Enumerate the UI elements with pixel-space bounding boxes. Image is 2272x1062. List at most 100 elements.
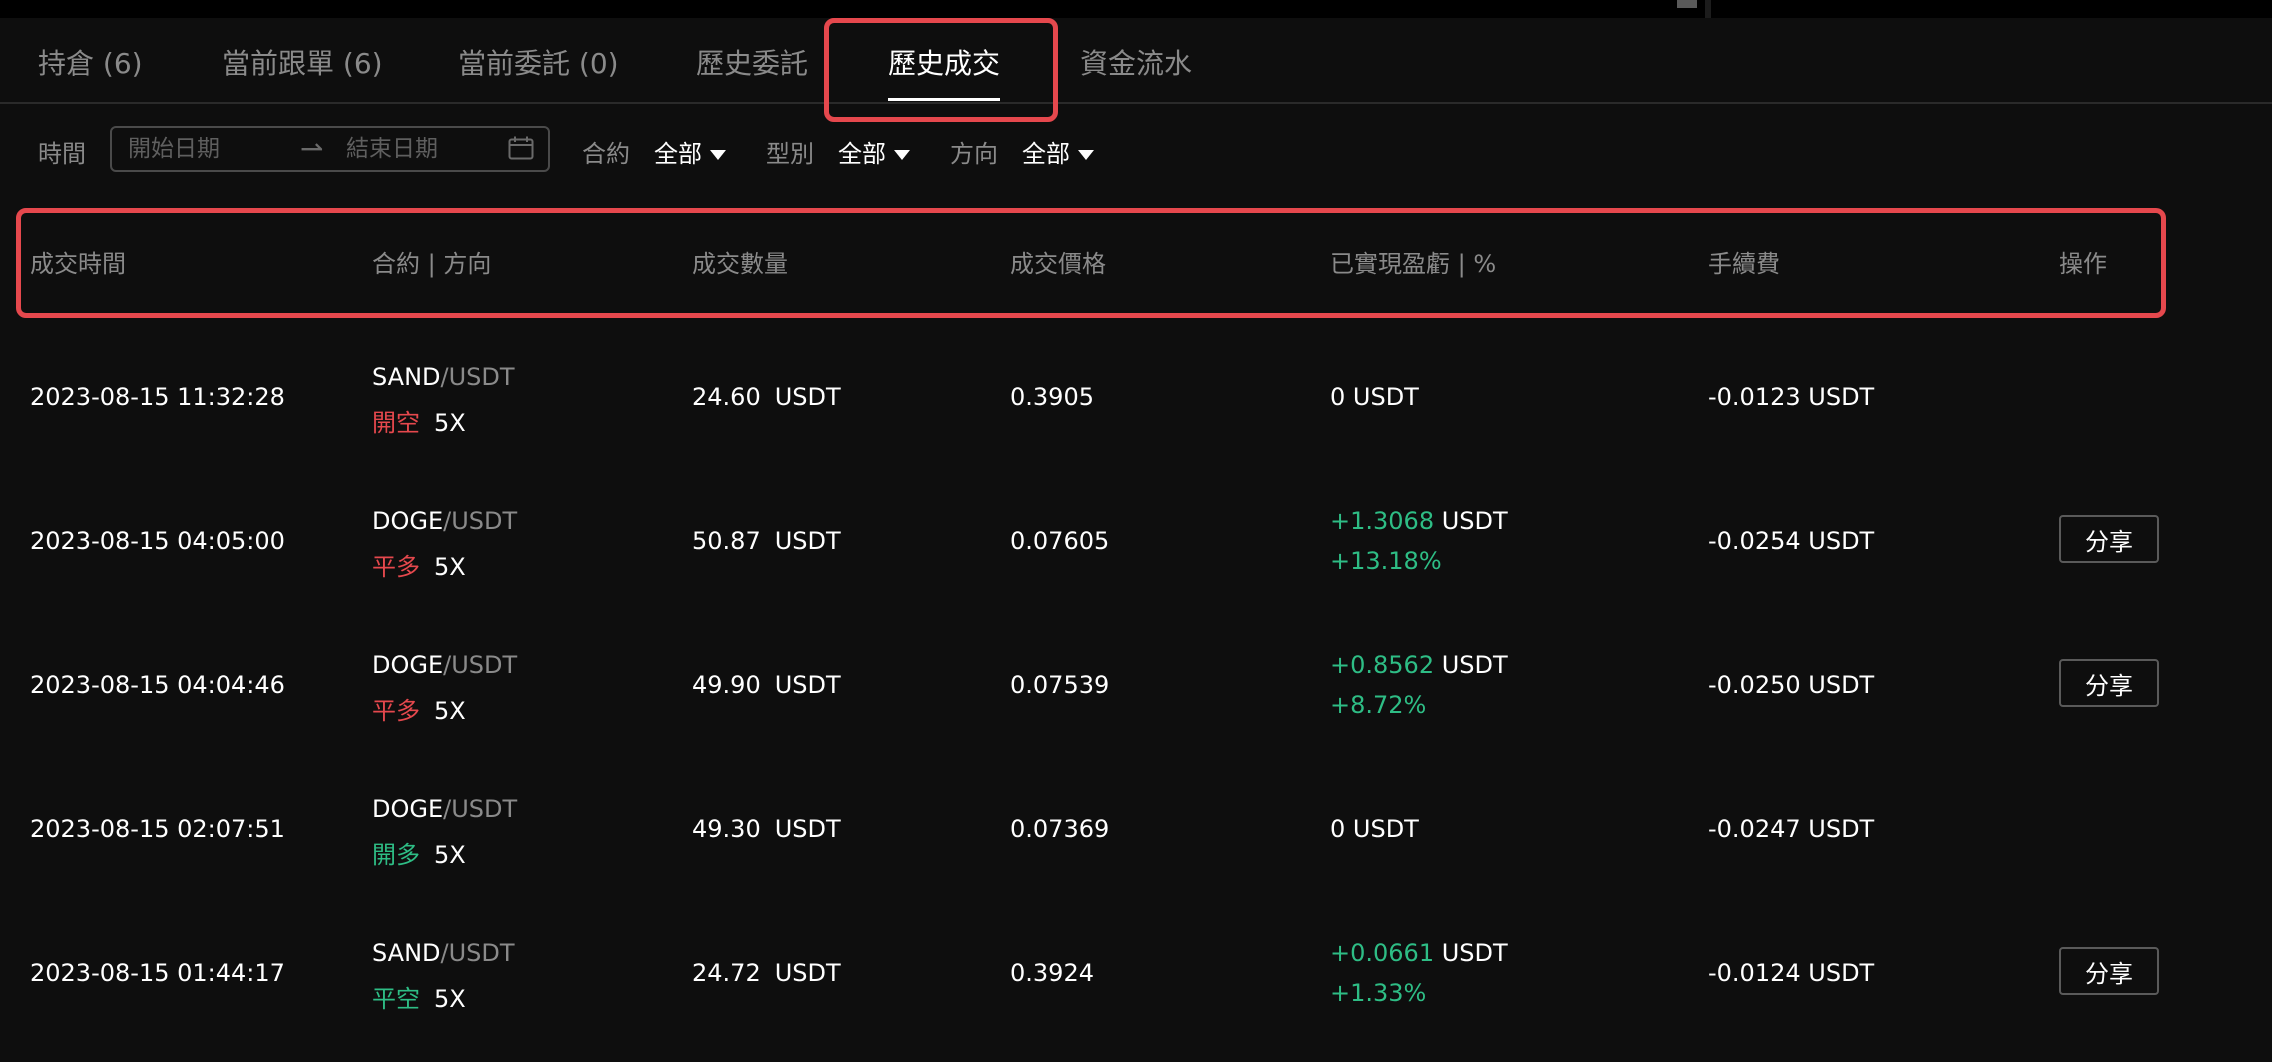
direction-filter-label: 方向	[950, 140, 998, 168]
quote-asset: /USDT	[440, 939, 515, 967]
trade-quantity: 49.90 USDT	[692, 671, 841, 699]
date-range-picker[interactable]: ⇀	[110, 126, 550, 172]
share-button[interactable]: 分享	[2059, 947, 2159, 995]
leverage: 5X	[434, 553, 466, 581]
quantity-unit: USDT	[774, 671, 841, 699]
pnl-unit: USDT	[1434, 939, 1508, 967]
trade-price: 0.3924	[1010, 959, 1094, 987]
pnl-value: +1.3068	[1330, 507, 1435, 535]
quantity-unit: USDT	[774, 815, 841, 843]
trade-quantity: 24.60 USDT	[692, 383, 841, 411]
realized-pnl: 0 USDT	[1330, 383, 1419, 411]
tab-funding-records[interactable]: 資金流水	[1080, 42, 1192, 82]
column-header-price: 成交價格	[1010, 250, 1106, 278]
table-row: 2023-08-15 02:07:51 DOGE/USDT 開多 5X 49.30…	[0, 757, 2272, 901]
type-filter-dropdown[interactable]: 全部	[838, 134, 910, 169]
quote-asset: /USDT	[440, 363, 515, 391]
trade-time: 2023-08-15 02:07:51	[30, 815, 285, 843]
pnl-unit: USDT	[1434, 651, 1508, 679]
base-asset: DOGE	[372, 507, 444, 535]
pnl-value: +0.8562	[1330, 651, 1435, 679]
tab-current-copy-trades[interactable]: 當前跟單 (6)	[222, 42, 383, 82]
realized-pnl: 0 USDT	[1330, 815, 1419, 843]
direction-leverage: 平空 5X	[372, 979, 466, 1014]
type-filter-value: 全部	[838, 140, 886, 168]
panel-divider[interactable]	[1705, 0, 1711, 18]
quote-asset: /USDT	[443, 795, 518, 823]
trade-fee: -0.0124 USDT	[1708, 959, 1875, 987]
share-button[interactable]: 分享	[2059, 659, 2159, 707]
time-filter-label: 時間	[38, 140, 86, 168]
quantity-unit: USDT	[774, 959, 841, 987]
column-header-realized-pnl: 已實現盈虧 | %	[1330, 250, 1497, 278]
quantity-value: 50.87	[692, 527, 761, 555]
caret-down-icon	[710, 150, 726, 160]
column-header-action: 操作	[2059, 250, 2107, 278]
pnl-unit: USDT	[1434, 507, 1508, 535]
table-row: 2023-08-15 04:04:46 DOGE/USDT 平多 5X 49.90…	[0, 613, 2272, 757]
quote-asset: /USDT	[443, 651, 518, 679]
table-row: 2023-08-15 04:05:00 DOGE/USDT 平多 5X 50.87…	[0, 469, 2272, 613]
direction-leverage: 開多 5X	[372, 835, 466, 870]
table-row: 2023-08-15 11:32:28 SAND/USDT 開空 5X 24.60…	[0, 325, 2272, 469]
trade-quantity: 49.30 USDT	[692, 815, 841, 843]
contract-pair: SAND/USDT	[372, 939, 515, 967]
quantity-unit: USDT	[774, 527, 841, 555]
realized-pnl: +0.0661 USDT	[1330, 939, 1508, 967]
contract-pair: SAND/USDT	[372, 363, 515, 391]
pnl-percent: +8.72%	[1330, 691, 1427, 719]
arrow-right-icon: ⇀	[300, 132, 324, 165]
pnl-percent: +1.33%	[1330, 979, 1427, 1007]
trade-quantity: 50.87 USDT	[692, 527, 841, 555]
quantity-value: 24.72	[692, 959, 761, 987]
trade-fee: -0.0254 USDT	[1708, 527, 1875, 555]
filter-bar: 時間 ⇀ 合約 全部 型別 全部 方向 全部	[0, 120, 2272, 180]
column-header-contract-direction: 合約 | 方向	[372, 250, 492, 278]
type-filter-label: 型別	[766, 140, 814, 168]
contract-pair: DOGE/USDT	[372, 795, 517, 823]
table-row: 2023-08-15 01:44:17 SAND/USDT 平空 5X 24.72…	[0, 901, 2272, 1045]
tab-positions[interactable]: 持倉 (6)	[38, 42, 143, 82]
tab-open-orders[interactable]: 當前委託 (0)	[458, 42, 619, 82]
trade-time: 2023-08-15 04:05:00	[30, 527, 285, 555]
pnl-percent: +13.18%	[1330, 547, 1442, 575]
trade-time: 2023-08-15 11:32:28	[30, 383, 285, 411]
trade-quantity: 24.72 USDT	[692, 959, 841, 987]
direction-filter-dropdown[interactable]: 全部	[1022, 134, 1094, 169]
trade-time: 2023-08-15 04:04:46	[30, 671, 285, 699]
quote-asset: /USDT	[443, 507, 518, 535]
top-toolbar-strip	[0, 0, 2272, 18]
direction-label: 平多	[372, 553, 420, 581]
highlight-box-active-tab	[824, 18, 1058, 122]
trade-price: 0.07605	[1010, 527, 1110, 555]
base-asset: DOGE	[372, 651, 444, 679]
tab-order-history[interactable]: 歷史委託	[696, 42, 808, 82]
base-asset: SAND	[372, 363, 441, 391]
trade-fee: -0.0247 USDT	[1708, 815, 1875, 843]
contract-pair: DOGE/USDT	[372, 507, 517, 535]
direction-label: 開空	[372, 409, 420, 437]
caret-down-icon	[894, 150, 910, 160]
direction-filter-value: 全部	[1022, 140, 1070, 168]
leverage: 5X	[434, 841, 466, 869]
realized-pnl: +1.3068 USDT	[1330, 507, 1508, 535]
direction-leverage: 平多 5X	[372, 547, 466, 582]
caret-down-icon	[1078, 150, 1094, 160]
direction-label: 開多	[372, 841, 420, 869]
share-button[interactable]: 分享	[2059, 515, 2159, 563]
trade-fee: -0.0123 USDT	[1708, 383, 1875, 411]
scrollbar-thumb[interactable]	[1677, 0, 1697, 8]
end-date-input[interactable]	[346, 134, 516, 164]
column-header-fee: 手續費	[1708, 250, 1780, 278]
quantity-value: 49.90	[692, 671, 761, 699]
calendar-icon[interactable]	[508, 136, 534, 160]
column-header-quantity: 成交數量	[692, 250, 788, 278]
leverage: 5X	[434, 697, 466, 725]
trade-price: 0.07369	[1010, 815, 1110, 843]
contract-filter-value: 全部	[654, 140, 702, 168]
leverage: 5X	[434, 409, 466, 437]
start-date-input[interactable]	[128, 134, 298, 164]
trade-fee: -0.0250 USDT	[1708, 671, 1875, 699]
contract-filter-dropdown[interactable]: 全部	[654, 134, 726, 169]
base-asset: SAND	[372, 939, 441, 967]
